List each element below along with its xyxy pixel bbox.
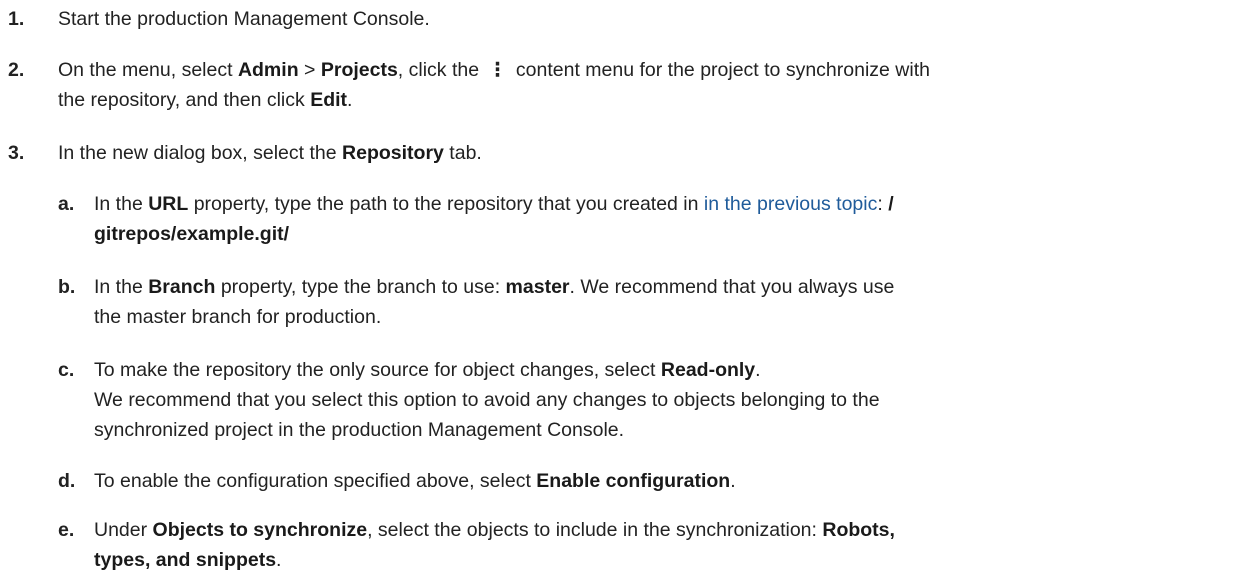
substep-text: In the Branch property, type the branch … — [94, 272, 1214, 332]
substep-letter: a. — [58, 193, 75, 215]
objects-list-start: Robots, — [822, 519, 895, 541]
text-segment: On the menu, select — [58, 59, 238, 81]
previous-topic-link[interactable]: in the previous topic — [704, 193, 877, 215]
step-number: 2. — [8, 59, 25, 81]
text-segment: . — [347, 89, 353, 111]
url-property-label: URL — [148, 193, 189, 215]
step-text: In the new dialog box, select the Reposi… — [58, 138, 1208, 168]
substep-text: To make the repository the only source f… — [94, 355, 1214, 445]
text-segment: , click the — [397, 59, 485, 81]
text-segment: > — [298, 59, 321, 81]
kebab-menu-icon: ⋮ — [487, 59, 508, 81]
substep-letter: d. — [58, 470, 76, 492]
text-segment: To enable the configuration specified ab… — [94, 470, 537, 492]
objects-list: types, and snippets — [94, 549, 277, 571]
step-text: On the menu, select Admin > Projects, cl… — [58, 55, 1208, 115]
step-number: 3. — [8, 142, 25, 164]
text-segment: To make the repository the only source f… — [94, 359, 661, 381]
substep-letter: e. — [58, 519, 75, 541]
edit-label: Edit — [310, 89, 348, 111]
menu-projects-label: Projects — [320, 59, 398, 81]
repo-path: gitrepos/example.git/ — [94, 223, 290, 245]
menu-admin-label: Admin — [237, 59, 299, 81]
text-segment: In the — [94, 276, 149, 298]
substep-letter: b. — [58, 276, 76, 298]
objects-to-synchronize-label: Objects to synchronize — [152, 519, 368, 541]
step-number: 1. — [8, 8, 25, 30]
text-segment: . — [730, 470, 736, 492]
text-segment: Under — [94, 519, 153, 541]
branch-property-label: Branch — [148, 276, 216, 298]
text-segment: . — [276, 549, 282, 571]
text-segment: tab. — [443, 142, 482, 164]
repo-path-start: / — [888, 193, 894, 215]
read-only-label: Read-only — [660, 359, 756, 381]
text-segment: the master branch for production. — [94, 306, 382, 328]
substep-text: Under Objects to synchronize, select the… — [94, 515, 1214, 575]
text-segment: . We recommend that you always use — [569, 276, 895, 298]
step-text: Start the production Management Console. — [58, 4, 1208, 34]
enable-configuration-label: Enable configuration — [536, 470, 731, 492]
substep-text: To enable the configuration specified ab… — [94, 466, 1214, 496]
text-segment: . — [755, 359, 761, 381]
text-segment: content menu for the project to synchron… — [510, 59, 930, 81]
substep-letter: c. — [58, 359, 75, 381]
recommendation-text: synchronized project in the production M… — [94, 419, 625, 441]
substep-text: In the URL property, type the path to th… — [94, 189, 1214, 249]
text-segment: the repository, and then click — [58, 89, 311, 111]
text-segment: , select the objects to include in the s… — [367, 519, 823, 541]
branch-value: master — [505, 276, 570, 298]
text-segment: property, type the branch to use: — [215, 276, 506, 298]
recommendation-text: We recommend that you select this option… — [94, 389, 880, 411]
step-1-text: Start the production Management Console. — [58, 8, 430, 30]
text-segment: : — [877, 193, 889, 215]
repository-tab-label: Repository — [342, 142, 444, 164]
text-segment: In the new dialog box, select the — [58, 142, 343, 164]
text-segment: In the — [94, 193, 149, 215]
text-segment: property, type the path to the repositor… — [188, 193, 704, 215]
